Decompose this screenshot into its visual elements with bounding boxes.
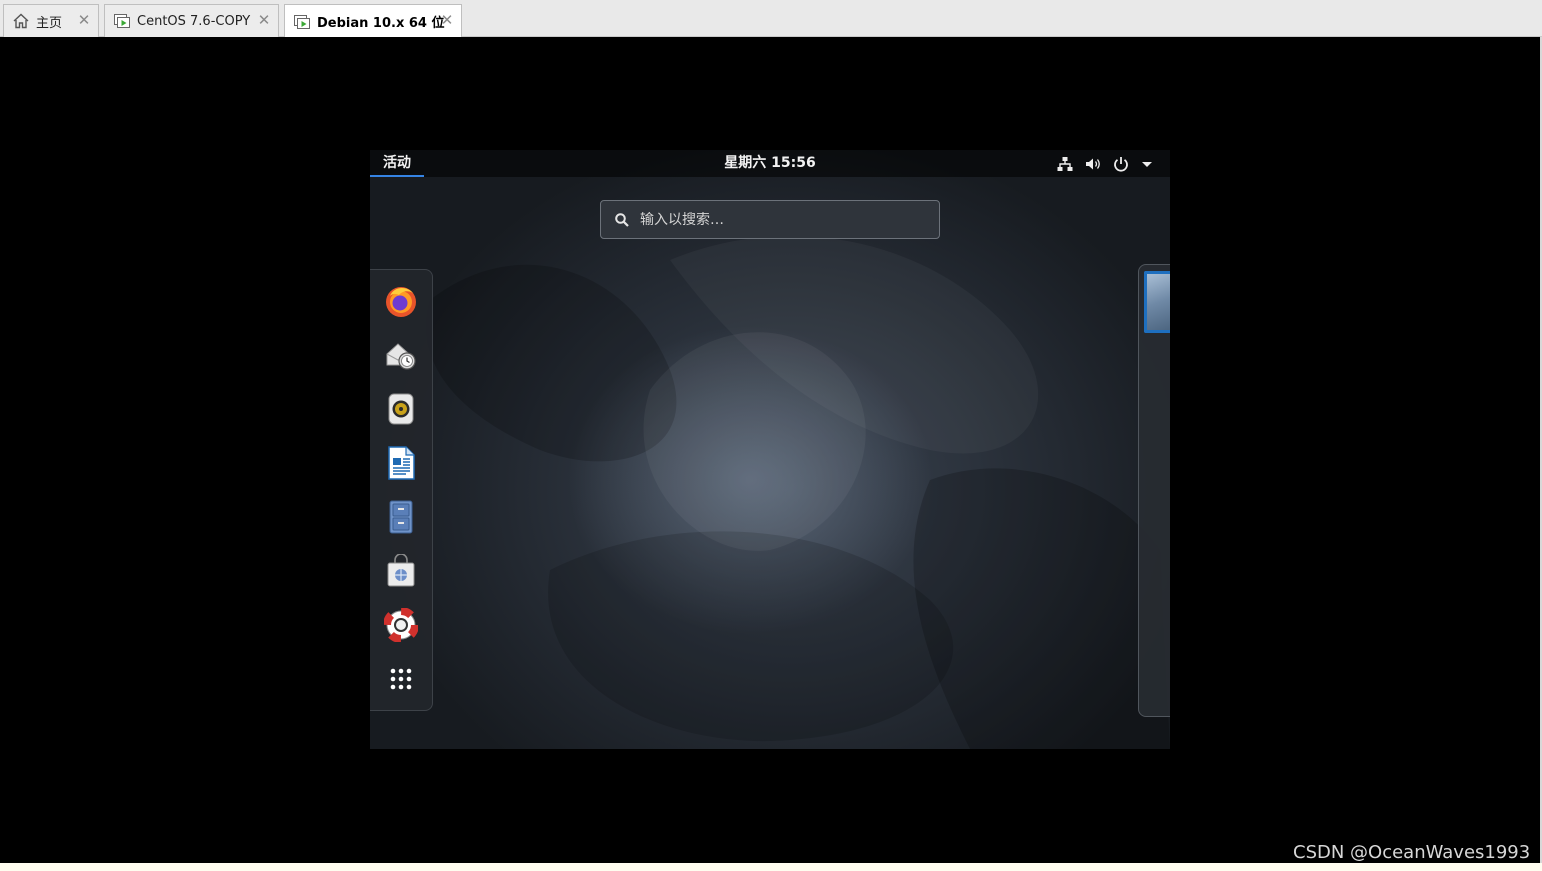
close-icon[interactable]: ✕	[439, 12, 455, 28]
gnome-top-bar: 活动 星期六 15:56	[370, 150, 1170, 177]
show-applications-icon[interactable]	[384, 662, 418, 696]
tab-debian[interactable]: Debian 10.x 64 位 ✕	[284, 4, 462, 38]
evolution-mail-icon[interactable]	[384, 338, 418, 372]
firefox-icon[interactable]	[384, 284, 418, 318]
wallpaper-shapes	[426, 235, 1170, 749]
files-icon[interactable]	[384, 500, 418, 534]
clock[interactable]: 星期六 15:56	[370, 150, 1170, 177]
close-icon[interactable]: ✕	[256, 12, 272, 28]
workspace-switcher	[1138, 264, 1170, 717]
libreoffice-writer-icon[interactable]	[384, 446, 418, 480]
network-icon[interactable]	[1056, 155, 1074, 173]
search-box[interactable]	[600, 200, 940, 239]
tab-label: Debian 10.x 64 位	[317, 16, 445, 31]
tab-label: CentOS 7.6-COPY	[137, 13, 251, 29]
tab-home[interactable]: 主页 ✕	[3, 4, 99, 37]
watermark: CSDN @OceanWaves1993	[1293, 842, 1531, 863]
dropdown-arrow-icon[interactable]	[1140, 155, 1158, 173]
home-icon	[12, 12, 30, 30]
close-icon[interactable]: ✕	[76, 12, 92, 28]
status-strip	[0, 863, 1542, 871]
vm-icon	[113, 12, 131, 30]
search-input[interactable]	[640, 211, 920, 228]
system-tray[interactable]	[1056, 154, 1158, 174]
volume-icon[interactable]	[1084, 155, 1102, 173]
search-icon	[614, 212, 630, 228]
power-icon[interactable]	[1112, 155, 1130, 173]
workspace-thumbnail[interactable]	[1144, 271, 1170, 333]
tab-centos[interactable]: CentOS 7.6-COPY ✕	[104, 4, 279, 37]
help-icon[interactable]	[384, 608, 418, 642]
dash	[370, 269, 433, 711]
guest-desktop[interactable]: 活动 星期六 15:56	[370, 150, 1170, 749]
software-store-icon[interactable]	[384, 554, 418, 588]
tab-label: 主页	[36, 15, 63, 31]
host-tab-bar: 主页 ✕ CentOS 7.6-COPY ✕ Debian 10.x 64 位 …	[0, 0, 1542, 38]
rhythmbox-icon[interactable]	[384, 392, 418, 426]
vm-icon	[293, 13, 311, 31]
